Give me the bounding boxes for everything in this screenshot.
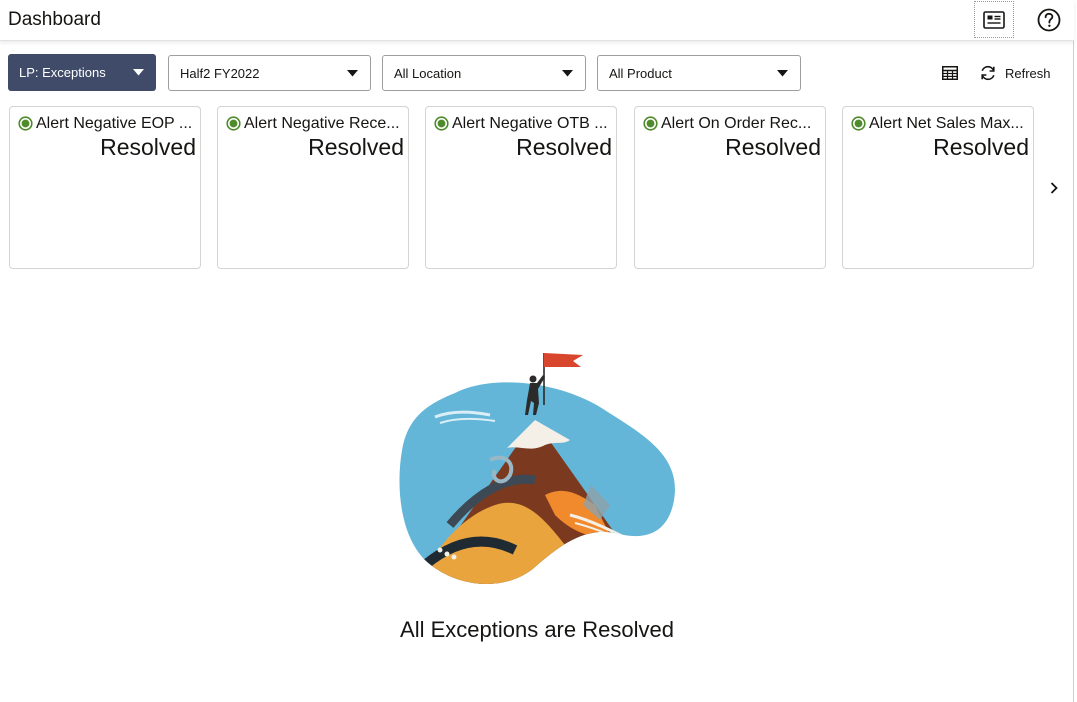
chevron-down-icon bbox=[777, 70, 788, 77]
alert-tile[interactable]: Alert Negative OTB ... Resolved bbox=[425, 106, 617, 269]
refresh-icon bbox=[981, 65, 995, 81]
tile-status: Resolved bbox=[725, 134, 821, 160]
tile-title: Alert Negative OTB ... bbox=[452, 115, 608, 132]
page-title: Dashboard bbox=[8, 9, 101, 30]
scope-label: LP: Exceptions bbox=[19, 65, 106, 80]
widget-icon bbox=[983, 10, 1005, 29]
tile-status: Resolved bbox=[100, 134, 196, 160]
empty-state-message: All Exceptions are Resolved bbox=[400, 617, 674, 642]
tile-title: Alert Net Sales Max... bbox=[869, 115, 1024, 132]
widget-button[interactable] bbox=[974, 1, 1014, 38]
help-icon bbox=[1037, 8, 1061, 31]
refresh-button[interactable]: Refresh bbox=[979, 64, 1051, 82]
tile-title: Alert Negative Rece... bbox=[244, 115, 400, 132]
status-ok-icon bbox=[434, 116, 449, 131]
status-ok-icon bbox=[226, 116, 241, 131]
table-icon[interactable] bbox=[942, 66, 958, 80]
help-button[interactable] bbox=[1029, 1, 1069, 38]
tile-title: Alert Negative EOP ... bbox=[36, 115, 193, 132]
scope-dropdown[interactable]: LP: Exceptions bbox=[8, 54, 156, 91]
alert-tile[interactable]: Alert Negative EOP ... Resolved bbox=[9, 106, 201, 269]
tile-status: Resolved bbox=[516, 134, 612, 160]
alert-tile[interactable]: Alert On Order Rec... Resolved bbox=[634, 106, 826, 269]
tile-status: Resolved bbox=[308, 134, 404, 160]
status-ok-icon bbox=[851, 116, 866, 131]
chevron-down-icon bbox=[133, 69, 144, 76]
tile-status: Resolved bbox=[933, 134, 1029, 160]
status-ok-icon bbox=[18, 116, 33, 131]
period-select[interactable]: Half2 FY2022 bbox=[168, 55, 371, 91]
alert-tile[interactable]: Alert Negative Rece... Resolved bbox=[217, 106, 409, 269]
tile-title: Alert On Order Rec... bbox=[661, 115, 812, 132]
refresh-label: Refresh bbox=[1005, 65, 1051, 81]
product-select[interactable]: All Product bbox=[597, 55, 801, 91]
chevron-down-icon bbox=[347, 70, 358, 77]
location-select[interactable]: All Location bbox=[382, 55, 586, 91]
alert-tile[interactable]: Alert Net Sales Max... Resolved bbox=[842, 106, 1034, 269]
mountain-summit-illustration bbox=[399, 353, 675, 584]
location-value: All Location bbox=[394, 65, 462, 81]
chevron-down-icon bbox=[562, 70, 573, 77]
chevron-right-icon[interactable] bbox=[1046, 180, 1062, 196]
period-value: Half2 FY2022 bbox=[180, 65, 260, 81]
status-ok-icon bbox=[643, 116, 658, 131]
page-header: Dashboard bbox=[0, 0, 1074, 41]
product-value: All Product bbox=[609, 65, 672, 81]
